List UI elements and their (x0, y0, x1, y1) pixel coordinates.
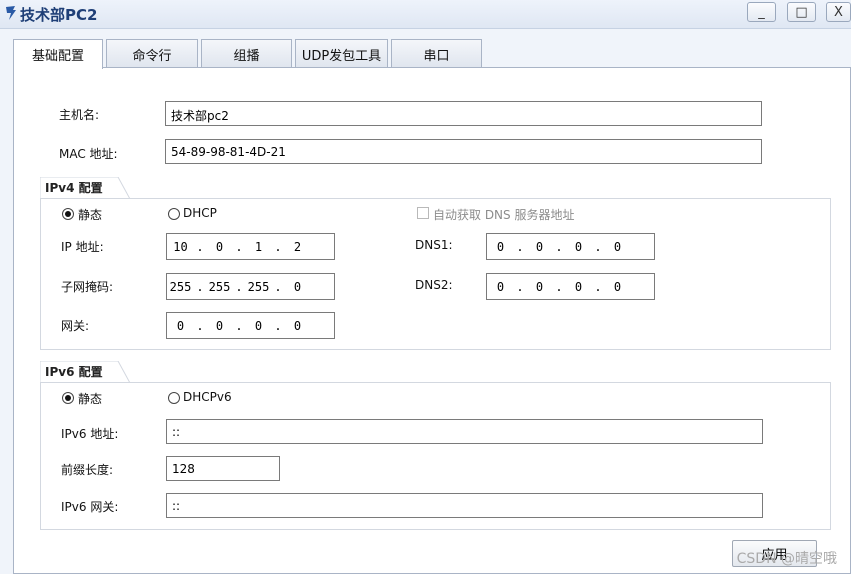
ipv6-address-input[interactable]: :: (166, 419, 763, 444)
dns2-input[interactable]: 0. 0. 0. 0 (486, 273, 655, 300)
mac-input[interactable]: 54-89-98-81-4D-21 (165, 139, 762, 164)
ipv6-static-radio[interactable] (62, 392, 74, 404)
tab-serial[interactable]: 串口 (391, 39, 482, 68)
tab-udp-tool[interactable]: UDP发包工具 (295, 39, 388, 68)
ipv6-dhcpv6-radio[interactable] (168, 392, 180, 404)
subnet-mask-label: 子网掩码: (61, 280, 114, 294)
ipv4-static-radio[interactable] (62, 208, 74, 220)
basic-config-panel: 主机名: 技术部pc2 MAC 地址: 54-89-98-81-4D-21 IP… (13, 67, 851, 574)
ipv4-static-label: 静态 (78, 208, 103, 222)
ipv4-group-label: IPv4 配置 (45, 181, 103, 195)
subnet-mask-input[interactable]: 255. 255. 255. 0 (166, 273, 335, 300)
gateway-input[interactable]: 0. 0. 0. 0 (166, 312, 335, 339)
ipv6-group-tab: IPv6 配置 (40, 361, 130, 383)
ipv6-dhcpv6-label: DHCPv6 (183, 390, 232, 404)
ip-address-label: IP 地址: (61, 240, 104, 254)
ipv6-address-label: IPv6 地址: (61, 427, 119, 441)
ipv6-gateway-input[interactable]: :: (166, 493, 763, 518)
tab-multicast[interactable]: 组播 (201, 39, 292, 68)
mac-label: MAC 地址: (59, 147, 118, 161)
ipv4-group: 静态 DHCP 自动获取 DNS 服务器地址 IP 地址: 10. 0. 1. … (40, 198, 831, 350)
prefix-length-label: 前缀长度: (61, 463, 114, 477)
dns1-input[interactable]: 0. 0. 0. 0 (486, 233, 655, 260)
gateway-label: 网关: (61, 319, 90, 333)
ipv6-group-label: IPv6 配置 (45, 365, 103, 379)
ipv6-gateway-label: IPv6 网关: (61, 500, 119, 514)
tab-command-line[interactable]: 命令行 (106, 39, 198, 68)
hostname-label: 主机名: (59, 108, 100, 122)
maximize-button[interactable]: □ (787, 2, 816, 22)
prefix-length-input[interactable]: 128 (166, 456, 280, 481)
close-button[interactable]: X (826, 2, 851, 22)
ipv4-group-tab: IPv4 配置 (40, 177, 130, 199)
maximize-icon: □ (795, 4, 808, 20)
auto-dns-label: 自动获取 DNS 服务器地址 (433, 208, 575, 222)
dns1-label: DNS1: (415, 238, 453, 252)
watermark: CSDN @晴空哦 (736, 551, 837, 567)
window-title: 技术部PC2 (20, 6, 98, 24)
auto-dns-checkbox[interactable] (417, 207, 429, 219)
network-pc-icon (6, 6, 16, 20)
close-icon: X (834, 4, 843, 20)
title-bar: 技术部PC2 _ □ X (0, 0, 851, 29)
tab-basic-config[interactable]: 基础配置 (13, 39, 103, 69)
minimize-button[interactable]: _ (747, 2, 776, 22)
ipv6-static-label: 静态 (78, 392, 103, 406)
ipv4-dhcp-radio[interactable] (168, 208, 180, 220)
ipv4-dhcp-label: DHCP (183, 206, 217, 220)
ipv6-group: 静态 DHCPv6 IPv6 地址: :: 前缀长度: 128 IPv6 网关:… (40, 382, 831, 530)
hostname-input[interactable]: 技术部pc2 (165, 101, 762, 126)
ip-address-input[interactable]: 10. 0. 1. 2 (166, 233, 335, 260)
dns2-label: DNS2: (415, 278, 453, 292)
minimize-icon: _ (758, 4, 765, 20)
